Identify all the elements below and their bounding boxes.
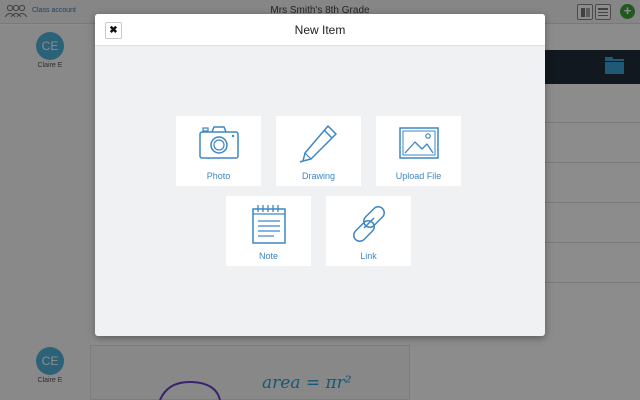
pencil-icon	[299, 125, 337, 163]
link-option[interactable]: Link	[326, 196, 411, 266]
dialog-title: New Item	[294, 23, 346, 37]
notepad-icon	[252, 205, 286, 244]
dialog-header: ✖ New Item	[95, 14, 545, 46]
chain-link-icon	[353, 206, 385, 242]
camera-icon	[199, 126, 239, 159]
option-label: Link	[360, 251, 377, 261]
option-label: Photo	[206, 171, 231, 181]
photo-option[interactable]: Photo	[176, 116, 261, 186]
image-file-icon	[399, 127, 439, 159]
note-option[interactable]: Note	[226, 196, 311, 266]
option-label: Note	[258, 251, 278, 261]
drawing-option[interactable]: Drawing	[276, 116, 361, 186]
option-label: Upload File	[395, 171, 442, 181]
new-item-dialog: ✖ New Item Photo Drawing Upload File Not…	[95, 14, 545, 336]
option-label: Drawing	[301, 171, 335, 181]
upload-file-option[interactable]: Upload File	[376, 116, 461, 186]
